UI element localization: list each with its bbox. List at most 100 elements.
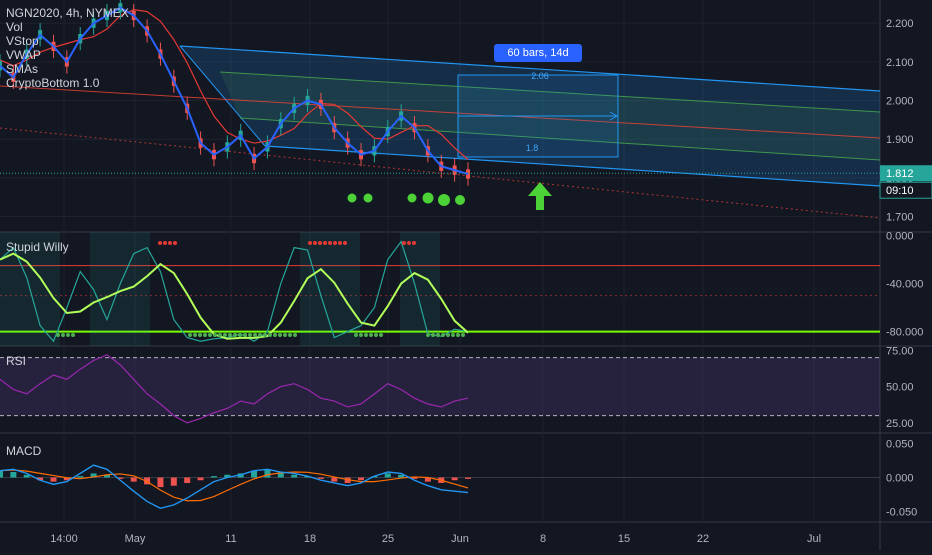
price-tick-label: 2.100	[886, 57, 914, 69]
willy-bottom-marker	[71, 333, 75, 337]
last-price-value: 1.812	[886, 168, 914, 180]
indicator-vol[interactable]: Vol	[6, 20, 129, 34]
macd-bar	[451, 477, 458, 481]
price-tick-label: 1.700	[886, 212, 914, 224]
willy-bottom-marker	[436, 333, 440, 337]
time-tick-label: 15	[618, 533, 630, 545]
willy-top-marker	[308, 241, 312, 245]
signal-dot	[407, 193, 417, 203]
regression-channel	[0, 45, 881, 219]
willy-top-marker	[343, 241, 347, 245]
macd-bar	[10, 472, 17, 478]
willy-top-marker	[168, 241, 172, 245]
macd-bar	[384, 473, 391, 478]
macd-bar	[358, 477, 365, 481]
indicator-vstop[interactable]: VStop	[6, 34, 129, 48]
willy-bottom-marker	[213, 333, 217, 337]
willy-top-marker	[407, 241, 411, 245]
signal-dot	[347, 193, 357, 203]
macd-bar	[291, 474, 298, 478]
indicator-legend: NGN2020, 4h, NYMEX Vol VStop VWAP SMAs C…	[6, 6, 129, 90]
willy-zone	[300, 232, 360, 346]
willy-top-marker	[173, 241, 177, 245]
macd-bar	[465, 477, 471, 479]
signal-dot	[422, 192, 434, 204]
willy-bottom-marker	[56, 333, 60, 337]
willy-bottom-marker	[369, 333, 373, 337]
willy-bottom-marker	[426, 333, 430, 337]
willy-bottom-marker	[66, 333, 70, 337]
willy-fast-line	[0, 240, 469, 343]
willy-top-marker	[323, 241, 327, 245]
willy-bottom-marker	[379, 333, 383, 337]
willy-bottom-marker	[446, 333, 450, 337]
willy-bottom-marker	[198, 333, 202, 337]
willy-bottom-marker	[461, 333, 465, 337]
signal-dot	[438, 194, 450, 206]
willy-bottom-marker	[288, 333, 292, 337]
indicator-cryptobottom[interactable]: CryptoBottom 1.0	[6, 76, 129, 90]
chart-canvas[interactable]: 2.2002.1002.0001.9001.8001.70014:00May11…	[0, 0, 932, 550]
macd-bar	[157, 477, 164, 488]
price-tick-label: 1.900	[886, 134, 914, 146]
willy-bottom-marker	[268, 333, 272, 337]
willy-top-marker	[402, 241, 406, 245]
willy-bottom-marker	[243, 333, 247, 337]
macd-tick-label: 0.050	[886, 438, 914, 450]
willy-tick-label: -40.000	[886, 279, 923, 291]
willy-bottom-marker	[451, 333, 455, 337]
time-tick-label: 18	[304, 533, 316, 545]
willy-top-marker	[318, 241, 322, 245]
willy-bottom-marker	[253, 333, 257, 337]
time-tick-label: 8	[540, 533, 546, 545]
willy-top-marker	[328, 241, 332, 245]
willy-bottom-marker	[188, 333, 192, 337]
macd-bar	[77, 476, 84, 478]
willy-bottom-marker	[293, 333, 297, 337]
time-tick-label: May	[125, 533, 146, 545]
willy-bottom-marker	[238, 333, 242, 337]
indicator-vwap[interactable]: VWAP	[6, 48, 129, 62]
willy-top-marker	[333, 241, 337, 245]
indicator-smas[interactable]: SMAs	[6, 62, 129, 76]
willy-bottom-marker	[228, 333, 232, 337]
willy-bottom-marker	[223, 333, 227, 337]
macd-bar	[197, 477, 204, 481]
price-tick-label: 2.000	[886, 96, 914, 108]
willy-bottom-marker	[456, 333, 460, 337]
time-tick-label: 25	[382, 533, 394, 545]
willy-bottom-marker	[233, 333, 237, 337]
willy-top-marker	[158, 241, 162, 245]
willy-top-marker	[163, 241, 167, 245]
signal-dot	[455, 195, 465, 205]
macd-bar	[130, 477, 137, 482]
willy-tick-label: -80.000	[886, 327, 923, 339]
willy-bottom-marker	[354, 333, 358, 337]
willy-pane-label[interactable]: Stupid Willy	[6, 240, 69, 254]
time-tick-label: 11	[225, 533, 236, 545]
macd-bar	[184, 477, 191, 483]
willy-bottom-marker	[273, 333, 277, 337]
macd-bar	[170, 477, 177, 486]
chart-stage: 2.2002.1002.0001.9001.8001.70014:00May11…	[0, 0, 932, 550]
willy-bottom-marker	[193, 333, 197, 337]
measure-upper-label: 2.06	[531, 71, 549, 81]
symbol-title[interactable]: NGN2020, 4h, NYMEX	[6, 6, 129, 20]
macd-pane-label[interactable]: MACD	[6, 444, 41, 458]
rsi-pane-label[interactable]: RSI	[6, 354, 26, 368]
willy-top-marker	[313, 241, 317, 245]
up-arrow-icon	[528, 182, 552, 210]
willy-bottom-marker	[248, 333, 252, 337]
time-tick-label: 14:00	[50, 533, 78, 545]
macd-tick-label: -0.050	[886, 507, 917, 519]
countdown-value: 09:10	[886, 185, 914, 197]
macd-bar	[317, 477, 324, 479]
rsi-tick-label: 50.00	[886, 382, 914, 394]
macd-tick-label: 0.000	[886, 473, 914, 485]
macd-bar	[264, 469, 271, 478]
willy-bottom-marker	[61, 333, 65, 337]
measure-tooltip: 60 bars, 14d	[494, 44, 582, 62]
macd-bar	[50, 477, 57, 482]
willy-bottom-marker	[364, 333, 368, 337]
time-tick-label: Jun	[451, 533, 469, 545]
